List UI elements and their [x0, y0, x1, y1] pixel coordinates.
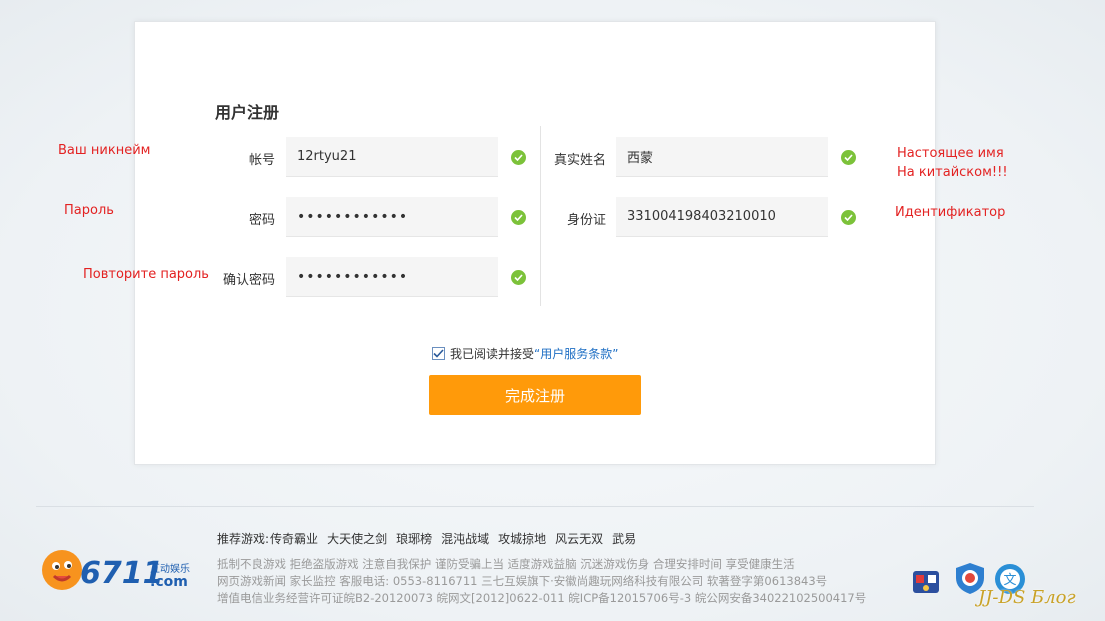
game-link[interactable]: 混沌战域: [441, 530, 489, 547]
footer-company-info: 网页游戏新闻 家长监控 客服电话: 0553-8116711 三七互娱旗下·安徽…: [217, 574, 828, 588]
agree-checkbox[interactable]: [432, 346, 445, 360]
account-value: 12rtyu21: [297, 149, 357, 164]
agreement-row: 我已阅读并接受 “用户服务条款”: [432, 345, 618, 361]
logo-domain: .com: [150, 574, 188, 590]
account-input[interactable]: 12rtyu21: [286, 137, 498, 177]
form-title: 用户注册: [215, 103, 280, 122]
idcard-label: 身份证: [566, 213, 606, 228]
checkmark-icon: [433, 348, 444, 358]
game-link[interactable]: 武易: [612, 530, 636, 547]
footer-health-notice: 抵制不良游戏 拒绝盗版游戏 注意自我保护 谨防受骗上当 适度游戏益脑 沉迷游戏伤…: [217, 557, 795, 571]
recommend-label: 推荐游戏:: [217, 532, 270, 546]
game-link[interactable]: 大天使之剑: [327, 530, 387, 547]
realname-value: 西蒙: [627, 151, 654, 166]
confirm-password-check-icon: [511, 270, 526, 285]
annotation-real-name-line2: На китайском!!!: [897, 165, 1008, 180]
recommended-games: 推荐游戏: 传奇霸业 大天使之剑 琅琊榜 混沌战域 攻城掠地 风云无双 武易: [217, 530, 636, 547]
confirm-password-input[interactable]: ••••••••••••: [286, 257, 498, 297]
realname-check-icon: [841, 150, 856, 165]
game-link[interactable]: 琅琊榜: [396, 530, 432, 547]
annotation-repeat-password: Повторите пароль: [83, 267, 209, 282]
game-link[interactable]: 风云无双: [555, 530, 603, 547]
game-link[interactable]: 攻城掠地: [498, 530, 546, 547]
logo-small-text: 互动娱乐: [150, 564, 190, 575]
svg-text:文: 文: [1003, 573, 1016, 588]
idcard-input[interactable]: 331004198403210010: [616, 197, 828, 237]
account-label: 帐号: [248, 153, 275, 168]
password-label: 密码: [248, 213, 275, 228]
realname-input[interactable]: 西蒙: [616, 137, 828, 177]
password-input[interactable]: ••••••••••••: [286, 197, 498, 237]
annotation-id: Идентификатор: [895, 205, 1006, 220]
police-badge-icon[interactable]: [910, 563, 944, 597]
annotation-real-name-line1: Настоящее имя: [897, 146, 1004, 161]
complete-registration-button[interactable]: 完成注册: [429, 375, 641, 415]
terms-link[interactable]: “用户服务条款”: [534, 345, 618, 362]
footer-license-info: 增值电信业务经营许可证皖B2-20120073 皖网文[2012]0622-01…: [217, 591, 867, 605]
site-logo[interactable]: 6711 互动娱乐 .com: [40, 544, 200, 604]
annotation-password: Пароль: [64, 203, 114, 218]
footer-divider: [36, 506, 1034, 507]
password-value: ••••••••••••: [297, 208, 409, 225]
agree-text: 我已阅读并接受: [450, 346, 535, 361]
password-check-icon: [511, 210, 526, 225]
idcard-value: 331004198403210010: [627, 209, 776, 224]
account-check-icon: [511, 150, 526, 165]
idcard-check-icon: [841, 210, 856, 225]
realname-label: 真实姓名: [553, 153, 606, 168]
annotation-nickname: Ваш никнейм: [58, 143, 151, 158]
game-link[interactable]: 传奇霸业: [270, 530, 318, 547]
confirm-password-value: ••••••••••••: [297, 268, 409, 285]
blog-watermark: JJ-DS Блог: [978, 587, 1076, 608]
annotation-real-name: Настоящее имя На китайском!!!: [897, 144, 1008, 182]
